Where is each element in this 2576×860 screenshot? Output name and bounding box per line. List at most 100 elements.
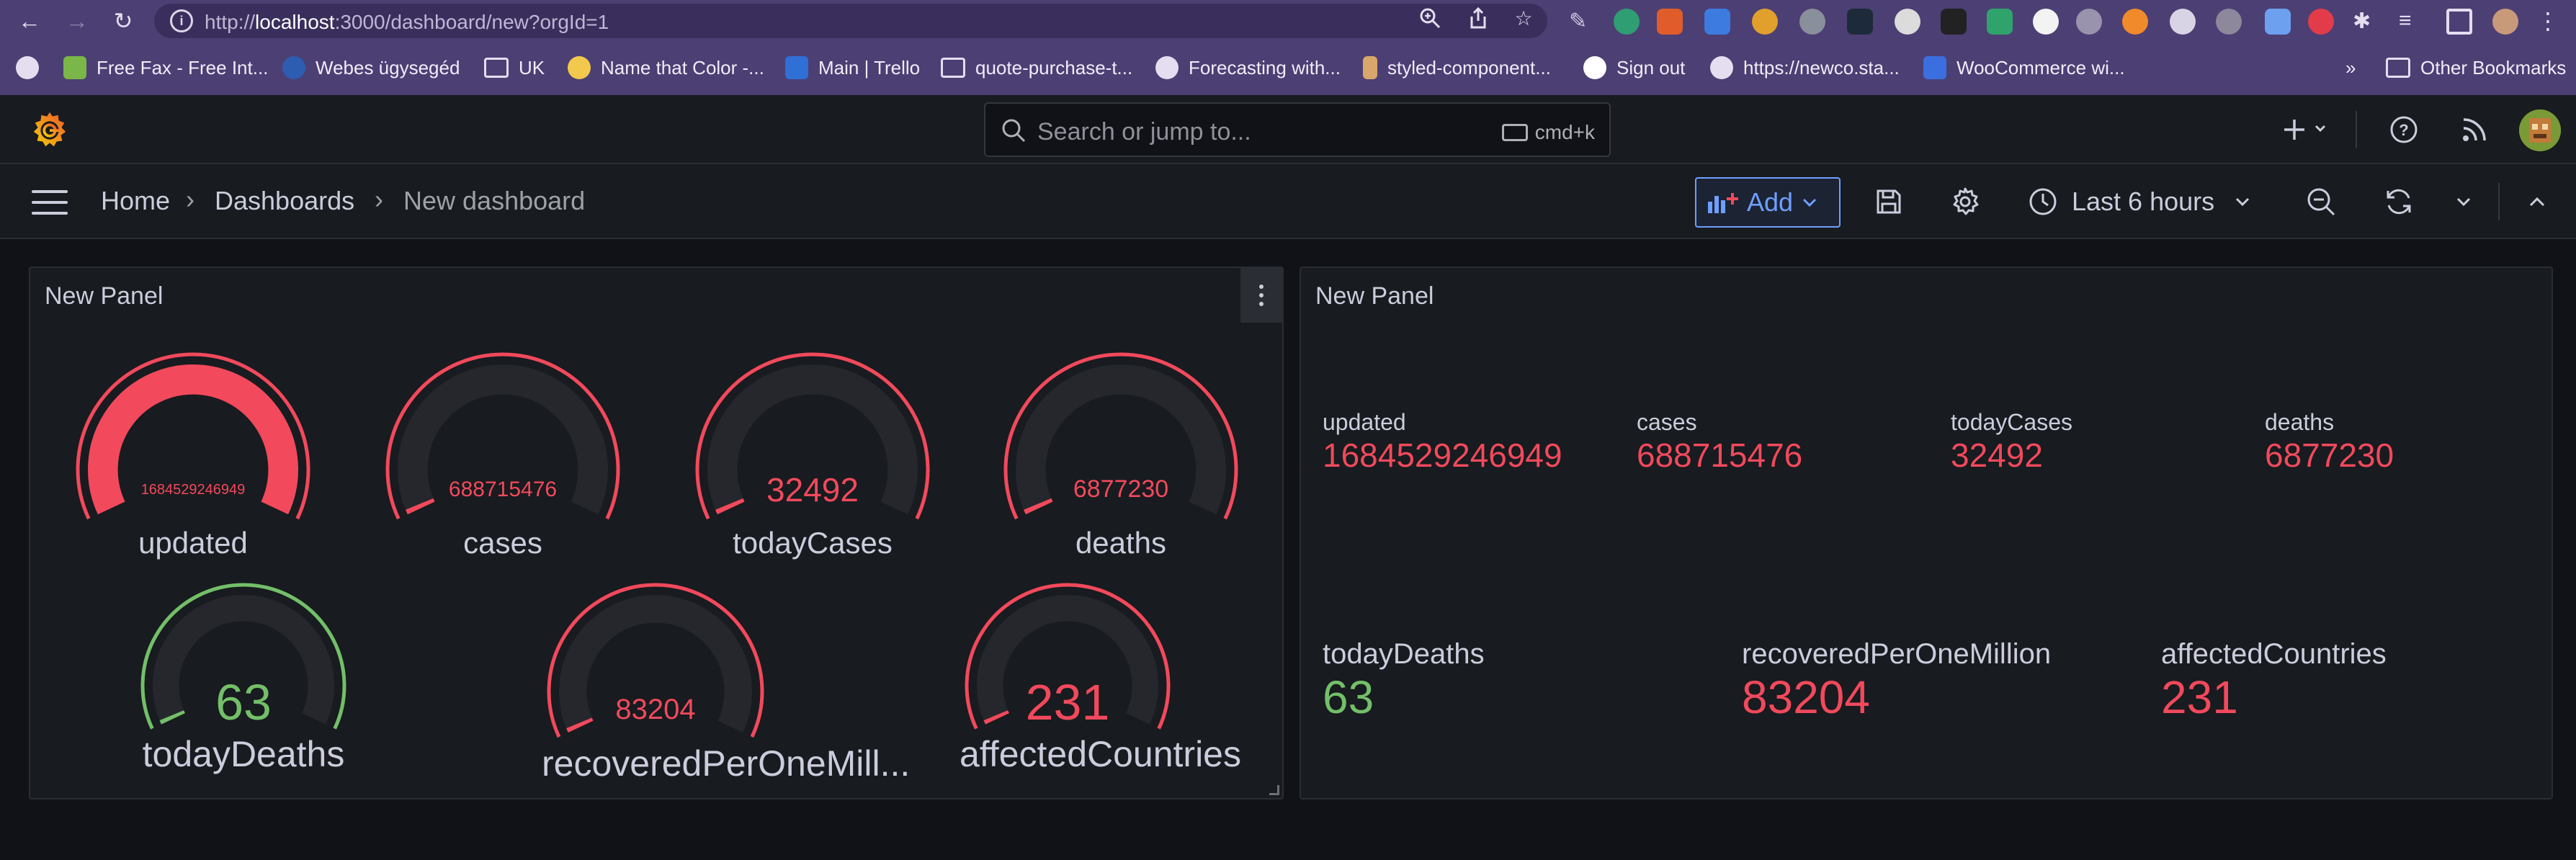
- user-avatar[interactable]: [2519, 109, 2561, 151]
- refresh-icon[interactable]: [2380, 183, 2418, 220]
- extension-icon[interactable]: [1657, 9, 1683, 35]
- back-icon[interactable]: ←: [14, 6, 45, 36]
- bookmark-item[interactable]: Sign out: [1583, 52, 1685, 84]
- gauge: 32492 todayCases: [690, 347, 935, 583]
- extension-icon[interactable]: [1704, 9, 1730, 35]
- gauge: 83204 recoveredPerOneMill...: [542, 578, 911, 806]
- bookmark-star-icon[interactable]: ☆: [1511, 6, 1536, 30]
- extension-icon[interactable]: [2308, 9, 2334, 35]
- search-icon: [1002, 119, 1026, 143]
- resize-handle-icon[interactable]: [1269, 785, 1279, 795]
- settings-gear-icon[interactable]: [1946, 183, 1984, 220]
- share-icon[interactable]: [1466, 6, 1490, 30]
- bookmark-item[interactable]: styled-component...: [1363, 52, 1551, 84]
- profile-avatar[interactable]: [2492, 9, 2518, 35]
- bookmark-item[interactable]: Webes ügysegéd: [282, 52, 460, 84]
- compass-icon[interactable]: [2076, 9, 2102, 35]
- add-button[interactable]: Add: [1695, 177, 1841, 228]
- folder-icon: [941, 58, 965, 78]
- stat-label: recoveredPerOneMillion: [1742, 638, 2052, 670]
- gauge: 63 todayDeaths: [135, 578, 352, 797]
- bookmark-folder[interactable]: quote-purchase-t...: [941, 52, 1132, 84]
- gauge-label: updated: [138, 526, 248, 560]
- gauge-label: recoveredPerOneMill...: [542, 743, 911, 784]
- new-menu-button[interactable]: [2281, 111, 2338, 148]
- extension-icon[interactable]: [1799, 9, 1825, 35]
- grafana-topbar: Search or jump to... cmd+k ?: [0, 95, 2576, 164]
- side-panel-icon[interactable]: [2446, 9, 2472, 35]
- github-bookmark[interactable]: [16, 52, 49, 84]
- extension-icon[interactable]: [1895, 9, 1920, 35]
- zoom-icon[interactable]: [1418, 6, 1442, 30]
- gauge-dial: [385, 352, 620, 520]
- gauge-value: 32492: [766, 471, 859, 509]
- bookmark-folder[interactable]: UK: [484, 52, 545, 84]
- gauge-panel[interactable]: New Panel 1684529246949 updated 688715476 c…: [29, 266, 1284, 799]
- bookmark-item[interactable]: Forecasting with...: [1155, 52, 1341, 84]
- gear-extension-icon[interactable]: [2216, 9, 2242, 35]
- zoom-out-icon[interactable]: [2302, 183, 2340, 220]
- breadcrumb-current: New dashboard: [403, 186, 586, 215]
- panel-menu-icon[interactable]: [1240, 268, 1282, 323]
- reload-icon[interactable]: ↻: [108, 6, 138, 36]
- reading-list-icon[interactable]: ≡: [2399, 9, 2425, 35]
- gauge-value: 63: [215, 674, 272, 731]
- gauge-label: deaths: [1075, 526, 1167, 560]
- eyedropper-icon[interactable]: [2265, 9, 2291, 35]
- gauge: 231 affectedCountries: [960, 578, 1241, 797]
- time-range-picker[interactable]: Last 6 hours: [2029, 183, 2250, 220]
- stat-value: 32492: [1951, 436, 2043, 474]
- bookmark-item[interactable]: Main | Trello: [785, 52, 920, 84]
- more-bookmarks[interactable]: »: [2345, 52, 2356, 84]
- extension-icon[interactable]: [1614, 9, 1640, 35]
- search-bar[interactable]: Search or jump to... cmd+k: [984, 102, 1611, 157]
- menu-icon[interactable]: [32, 190, 68, 215]
- forward-icon[interactable]: →: [62, 6, 92, 36]
- bookmark-item[interactable]: WooCommerce wi...: [1923, 52, 2125, 84]
- gauge-value: 231: [1025, 674, 1110, 731]
- bookmark-label: Webes ügysegéd: [316, 56, 460, 79]
- gauge-label: todayCases: [733, 526, 893, 560]
- gauge-value: 1684529246949: [140, 481, 246, 498]
- breadcrumb-home[interactable]: Home: [101, 186, 170, 216]
- extension-icon[interactable]: [2122, 9, 2148, 35]
- breadcrumb-dashboards[interactable]: Dashboards: [215, 186, 354, 216]
- panel-title: New Panel: [1315, 282, 1434, 310]
- bookmark-item[interactable]: Name that Color -...: [568, 52, 764, 84]
- extension-icon[interactable]: [1987, 9, 2013, 35]
- save-icon[interactable]: [1870, 183, 1908, 220]
- url-text[interactable]: http://localhost:3000/dashboard/new?orgI…: [205, 11, 609, 34]
- extension-icon[interactable]: [1941, 9, 1967, 35]
- browser-menu-icon[interactable]: ⋮: [2533, 6, 2563, 36]
- bookmark-label: https://newco.sta...: [1743, 56, 1900, 79]
- chevron-right-icon: ›: [186, 184, 194, 214]
- stat-panel[interactable]: New Panel updated 1684529246949 cases 68871…: [1300, 266, 2553, 799]
- folder-icon: [484, 58, 509, 78]
- news-feed-icon[interactable]: [2456, 111, 2492, 148]
- grafana-logo-icon[interactable]: [29, 109, 71, 151]
- target-icon[interactable]: [2170, 9, 2196, 35]
- power-icon[interactable]: [2033, 9, 2059, 35]
- stat-label: affectedCountries: [2161, 638, 2387, 670]
- bookmark-item[interactable]: https://newco.sta...: [1710, 52, 1900, 84]
- other-bookmarks[interactable]: Other Bookmarks: [2386, 52, 2566, 84]
- collapse-chevron-up-icon[interactable]: [2523, 183, 2552, 220]
- site-info-icon[interactable]: i: [170, 9, 193, 32]
- stat-label: todayDeaths: [1323, 638, 1485, 670]
- gauge-fill: [1024, 498, 1053, 515]
- gauge-value: 6877230: [1073, 475, 1169, 503]
- bookmarks-bar: Free Fax - Free Int... Webes ügysegéd UK…: [0, 42, 2576, 95]
- bookmark-item[interactable]: Free Fax - Free Int...: [63, 52, 268, 84]
- puzzle-icon[interactable]: ✱: [2353, 9, 2379, 35]
- pencil-extension-icon[interactable]: ✎: [1569, 9, 1595, 35]
- extension-icon[interactable]: [1752, 9, 1778, 35]
- help-icon[interactable]: ?: [2386, 111, 2422, 148]
- address-bar[interactable]: i http://localhost:3000/dashboard/new?or…: [154, 4, 1547, 38]
- chevron-down-icon: [1803, 198, 1817, 207]
- react-devtools-icon[interactable]: [1847, 9, 1873, 35]
- refresh-interval-chevron-icon[interactable]: [2449, 183, 2478, 220]
- gauge-value: 688715476: [448, 477, 558, 501]
- bookmark-label: WooCommerce wi...: [1956, 56, 2125, 79]
- bookmark-label: UK: [519, 56, 545, 79]
- chevron-double-icon: »: [2345, 56, 2356, 79]
